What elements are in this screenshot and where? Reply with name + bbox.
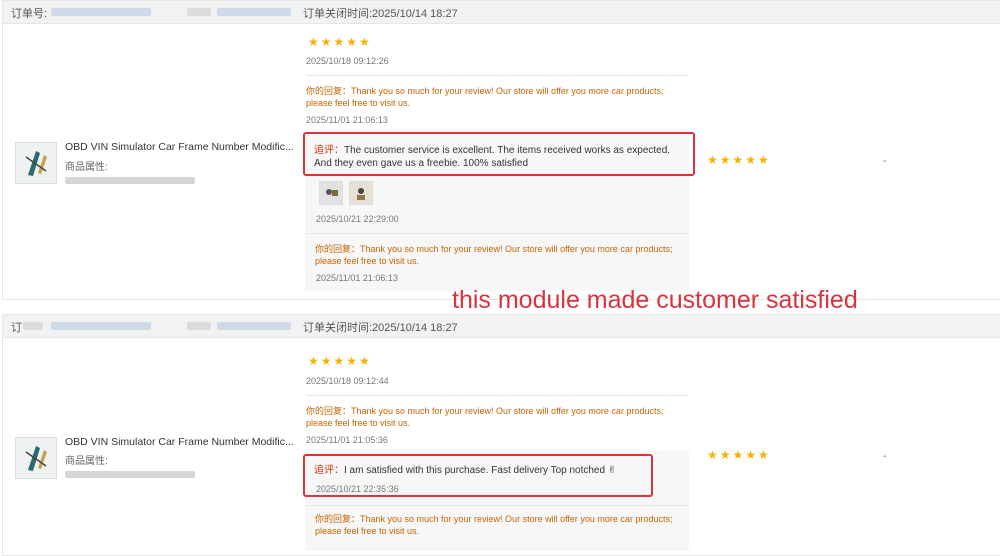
seller-reply: 你的回复：Thank you so much for your review! … (306, 86, 664, 108)
highlight-box (303, 132, 695, 176)
order-number-redacted (51, 322, 151, 330)
redacted-label (187, 8, 211, 16)
seller-reply-2: 你的回复：Thank you so much for your review! … (315, 514, 673, 536)
divider (306, 505, 688, 506)
redacted-label (23, 322, 43, 330)
review-date: 2025/10/18 09:12:26 (306, 56, 389, 66)
product-thumbnail[interactable] (15, 437, 57, 479)
product-name[interactable]: OBD VIN Simulator Car Frame Number Modif… (65, 141, 294, 153)
order-card-2: 订 订单关闭时间:2025/10/14 18:27 OBD VIN Simula… (2, 314, 1000, 556)
product-attr-redacted (65, 177, 195, 184)
review-stars: ★★★★★ (308, 354, 372, 368)
seller-reply-date: 2025/11/01 21:05:36 (306, 435, 388, 445)
divider (306, 233, 688, 234)
seller-reply-2: 你的回复：Thank you so much for your review! … (315, 244, 673, 266)
review-photo-2[interactable] (349, 181, 373, 205)
divider (306, 75, 688, 76)
annotation-text: this module made customer satisfied (452, 286, 858, 314)
order-close-time: 订单关闭时间:2025/10/14 18:27 (303, 322, 458, 334)
additional-review-date: 2025/10/21 22:29:00 (316, 214, 399, 224)
seller-reply-date: 2025/11/01 21:06:13 (306, 115, 388, 125)
seller-reply: 你的回复：Thank you so much for your review! … (306, 406, 664, 428)
product-attr-label: 商品属性: (65, 162, 108, 173)
review-stars: ★★★★★ (308, 35, 372, 49)
buyer-redacted (217, 8, 291, 16)
seller-reply-2-date: 2025/11/01 21:06:13 (316, 273, 398, 283)
product-attr-label: 商品属性: (65, 456, 108, 467)
rating-stars: ★★★★★ (707, 448, 771, 462)
rating-stars: ★★★★★ (707, 153, 771, 167)
product-name[interactable]: OBD VIN Simulator Car Frame Number Modif… (65, 436, 294, 448)
buyer-redacted (217, 322, 291, 330)
order-number-label: 订单号: (11, 8, 48, 20)
order-number-redacted (51, 8, 151, 16)
review-date: 2025/10/18 09:12:44 (306, 376, 389, 386)
redacted-label (187, 322, 211, 330)
order-card-1: 订单号: 订单关闭时间:2025/10/14 18:27 OBD VIN Sim… (2, 0, 1000, 300)
highlight-box (303, 454, 653, 497)
divider (306, 395, 688, 396)
status-dash: - (883, 451, 887, 462)
review-photo-1[interactable] (319, 181, 343, 205)
order-header: 订单号: 订单关闭时间:2025/10/14 18:27 (3, 1, 1000, 24)
product-attr-redacted (65, 471, 195, 478)
order-header: 订 订单关闭时间:2025/10/14 18:27 (3, 315, 1000, 338)
status-dash: - (883, 156, 887, 167)
order-close-time: 订单关闭时间:2025/10/14 18:27 (303, 8, 458, 20)
order-number-label: 订 (11, 322, 22, 334)
product-thumbnail[interactable] (15, 142, 57, 184)
